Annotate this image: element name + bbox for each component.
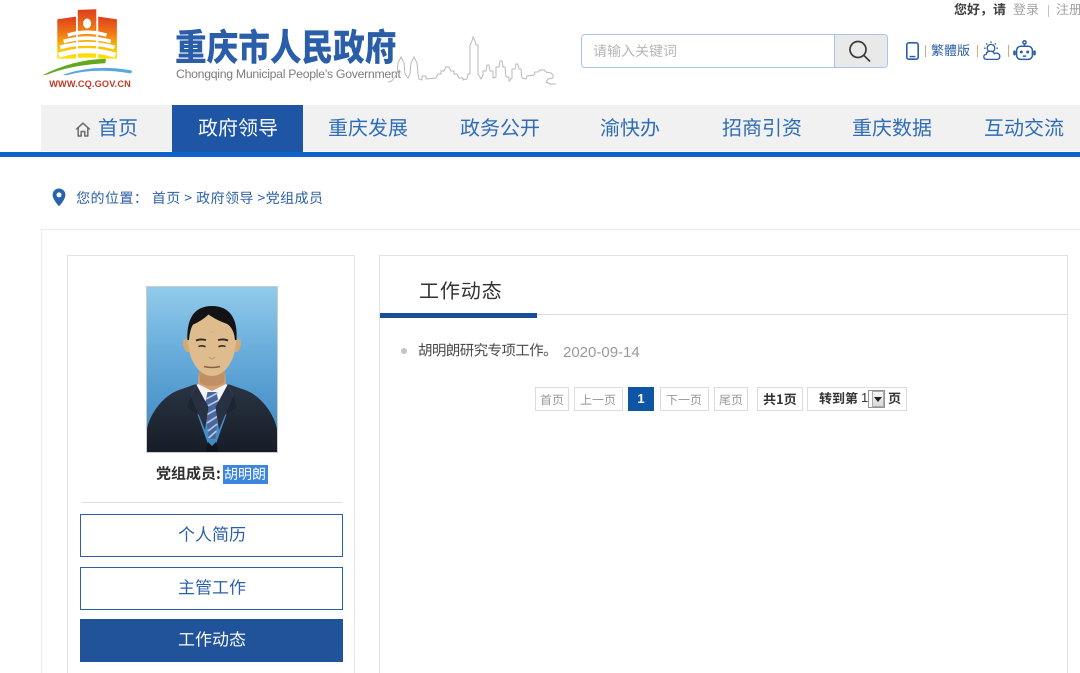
svg-text:WWW.CQ.GOV.CN: WWW.CQ.GOV.CN <box>49 79 131 89</box>
